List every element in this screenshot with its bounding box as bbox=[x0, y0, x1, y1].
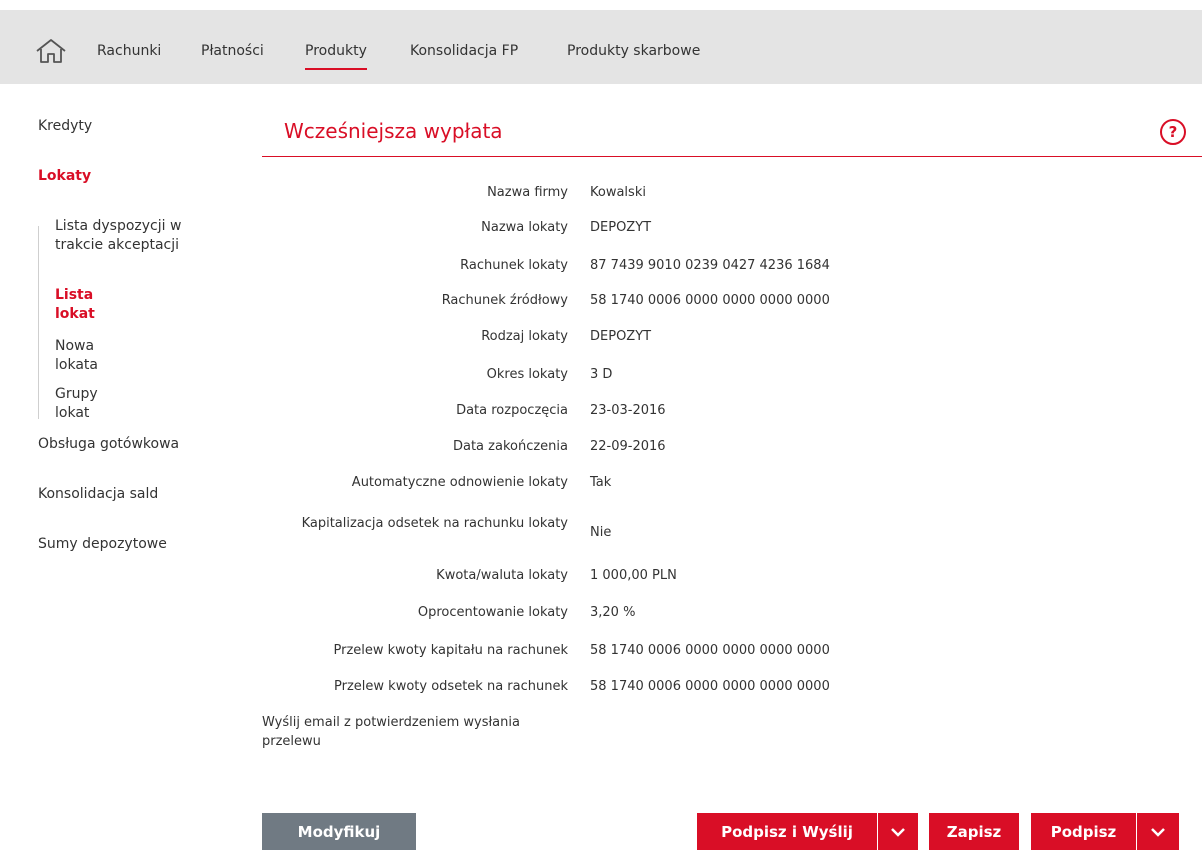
detail-value: DEPOZYT bbox=[590, 220, 652, 235]
modify-button[interactable]: Modyfikuj bbox=[262, 813, 416, 850]
sidebar-subitem-lista-lokat[interactable]: Lista lokat bbox=[55, 286, 95, 324]
detail-label: Nazwa firmy bbox=[487, 185, 568, 200]
detail-label: Okres lokaty bbox=[486, 367, 568, 382]
modify-button-label: Modyfikuj bbox=[297, 822, 381, 841]
title-divider bbox=[262, 156, 1202, 157]
sidebar-item-konsolidacja-sald[interactable]: Konsolidacja sald bbox=[38, 486, 158, 502]
help-icon[interactable]: ? bbox=[1160, 119, 1186, 145]
sign-and-send-dropdown[interactable] bbox=[878, 813, 918, 850]
sign-dropdown[interactable] bbox=[1137, 813, 1179, 850]
save-button[interactable]: Zapisz bbox=[929, 813, 1019, 850]
detail-value: 58 1740 0006 0000 0000 0000 0000 bbox=[590, 679, 830, 694]
nav-produkty[interactable]: Produkty bbox=[305, 43, 367, 70]
detail-value: Tak bbox=[590, 475, 612, 490]
sidebar-subitem-nowa-lokata[interactable]: Nowa lokata bbox=[55, 337, 98, 375]
detail-label: Przelew kwoty kapitału na rachunek bbox=[333, 643, 569, 658]
sidebar-sub-divider bbox=[38, 226, 39, 419]
nav-konsolidacja-fp[interactable]: Konsolidacja FP bbox=[410, 43, 518, 59]
nav-platnosci[interactable]: Płatności bbox=[201, 43, 264, 59]
detail-label: Kwota/waluta lokaty bbox=[436, 568, 568, 583]
home-icon[interactable] bbox=[34, 38, 68, 64]
detail-label: Oprocentowanie lokaty bbox=[417, 605, 568, 620]
sidebar-item-sumy-depozytowe[interactable]: Sumy depozytowe bbox=[38, 536, 167, 552]
sidebar-subitem-lista-dyspozycji[interactable]: Lista dyspozycji w trakcie akceptacji bbox=[55, 217, 215, 255]
detail-value: DEPOZYT bbox=[590, 329, 652, 344]
sidebar-item-obsluga-gotowkowa[interactable]: Obsługa gotówkowa bbox=[38, 436, 179, 452]
detail-label: Kapitalizacja odsetek na rachunku lokaty bbox=[301, 516, 568, 531]
nav-produkty-skarbowe[interactable]: Produkty skarbowe bbox=[567, 43, 700, 59]
chevron-down-icon bbox=[891, 827, 905, 837]
top-navigation-bar: Rachunki Płatności Produkty Konsolidacja… bbox=[0, 10, 1202, 84]
detail-value: 58 1740 0006 0000 0000 0000 0000 bbox=[590, 643, 830, 658]
sidebar-item-lokaty[interactable]: Lokaty bbox=[38, 168, 91, 184]
chevron-down-icon bbox=[1151, 827, 1165, 837]
sidebar-item-kredyty[interactable]: Kredyty bbox=[38, 118, 92, 134]
detail-value: 58 1740 0006 0000 0000 0000 0000 bbox=[590, 293, 830, 308]
detail-label: Automatyczne odnowienie lokaty bbox=[351, 475, 568, 490]
detail-label: Data zakończenia bbox=[452, 439, 568, 454]
detail-value: Nie bbox=[590, 525, 612, 540]
sign-button-label: Podpisz bbox=[1050, 822, 1117, 841]
detail-value: 1 000,00 PLN bbox=[590, 568, 677, 583]
detail-label: Przelew kwoty odsetek na rachunek bbox=[334, 679, 568, 694]
detail-label: Rachunek źródłowy bbox=[441, 293, 568, 308]
page-title: Wcześniejsza wypłata bbox=[284, 119, 503, 143]
detail-label: Rachunek lokaty bbox=[460, 258, 568, 273]
detail-value: Kowalski bbox=[590, 185, 646, 200]
detail-value: 3 D bbox=[590, 367, 613, 382]
detail-value: 87 7439 9010 0239 0427 4236 1684 bbox=[590, 258, 830, 273]
save-button-label: Zapisz bbox=[946, 822, 1002, 841]
nav-rachunki[interactable]: Rachunki bbox=[97, 43, 161, 59]
email-confirmation-label: Wyślij email z potwierdzeniem wysłania p… bbox=[262, 715, 520, 749]
sidebar-subitem-grupy-lokat[interactable]: Grupy lokat bbox=[55, 385, 98, 423]
detail-value: 3,20 % bbox=[590, 605, 636, 620]
detail-label: Rodzaj lokaty bbox=[481, 329, 568, 344]
detail-value: 23-03-2016 bbox=[590, 403, 666, 418]
detail-label: Nazwa lokaty bbox=[481, 220, 568, 235]
sign-and-send-button[interactable]: Podpisz i Wyślij bbox=[697, 813, 877, 850]
sign-and-send-label: Podpisz i Wyślij bbox=[721, 822, 853, 841]
sign-button[interactable]: Podpisz bbox=[1031, 813, 1136, 850]
detail-value: 22-09-2016 bbox=[590, 439, 666, 454]
detail-label: Data rozpoczęcia bbox=[456, 403, 568, 418]
